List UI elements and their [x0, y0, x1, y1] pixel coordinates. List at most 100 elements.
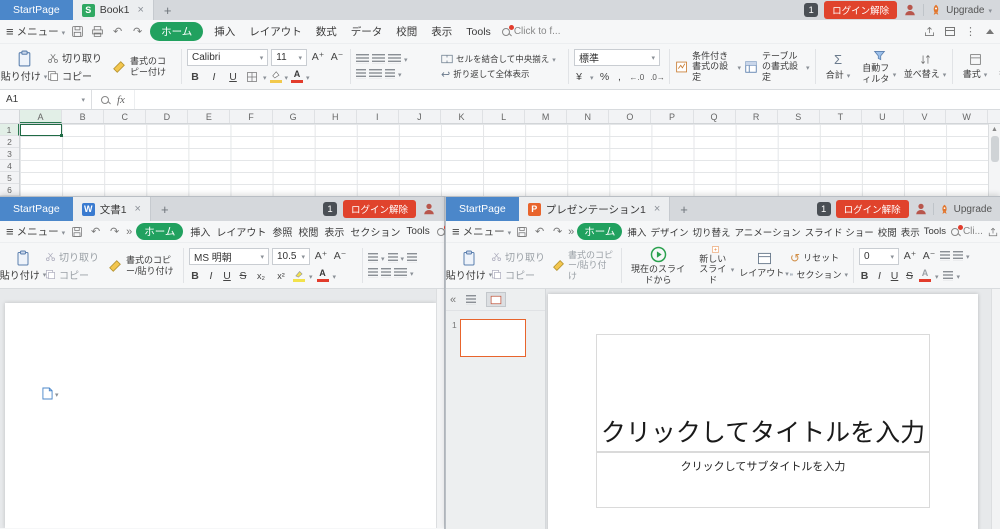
share-icon[interactable] [922, 25, 937, 39]
ribbon-tab[interactable]: 切り替え [690, 223, 732, 241]
cells-area[interactable] [20, 124, 988, 196]
undo-button[interactable] [88, 225, 103, 239]
column-header[interactable]: F [230, 110, 272, 123]
font-color-button[interactable]: A [317, 269, 329, 282]
column-header[interactable]: V [904, 110, 946, 123]
ribbon-tab[interactable]: 数式 [310, 22, 343, 41]
ribbon-tab[interactable]: 挿入 [625, 223, 648, 241]
italic-button[interactable]: I [205, 268, 217, 284]
align-center-button[interactable] [369, 69, 382, 79]
save-button[interactable] [70, 25, 85, 39]
upgrade-button[interactable]: Upgrade [930, 4, 992, 16]
highlight-color-button[interactable] [293, 270, 305, 282]
shrink-font-button[interactable]: A⁻ [332, 248, 348, 264]
row-header[interactable]: 6 [0, 184, 19, 196]
column-header[interactable]: T [820, 110, 862, 123]
user-avatar-icon[interactable] [422, 202, 436, 216]
column-header[interactable]: D [146, 110, 188, 123]
slide-thumbnail-item[interactable]: 1 [446, 311, 545, 357]
subtitle-placeholder[interactable]: クリックしてサブタイトルを入力 [596, 452, 930, 508]
new-tab-button[interactable]: + [670, 197, 698, 221]
row-header[interactable]: 5 [0, 172, 19, 184]
collapse-ribbon-icon[interactable] [986, 29, 994, 34]
writer-page[interactable] [5, 303, 436, 528]
font-name-select[interactable]: Calibri [187, 49, 268, 66]
new-tab-button[interactable]: + [151, 197, 179, 221]
ribbon-tab[interactable]: データ [345, 22, 389, 41]
sum-button[interactable]: Σ 合計 [821, 47, 855, 86]
font-size-select[interactable]: 10.5 [272, 248, 310, 265]
logout-button[interactable]: ログイン解除 [343, 200, 416, 218]
notification-badge[interactable]: 1 [804, 3, 818, 17]
rows-cols-button[interactable]: 行と列 [995, 47, 1000, 86]
format-menu-button[interactable]: 書式 [958, 47, 992, 86]
column-header[interactable]: K [441, 110, 483, 123]
collapse-panel-icon[interactable] [450, 294, 456, 306]
close-tab-icon[interactable] [132, 203, 141, 215]
vertical-scrollbar[interactable] [436, 289, 444, 528]
ribbon-tab-home[interactable]: ホーム [577, 223, 622, 240]
cut-button[interactable]: 切り取り [47, 50, 109, 65]
logout-button[interactable]: ログイン解除 [824, 1, 897, 19]
borders-button[interactable] [244, 69, 260, 85]
column-header[interactable]: S [778, 110, 820, 123]
line-spacing-button[interactable] [943, 271, 953, 281]
overflow-chevron-icon[interactable] [568, 226, 574, 238]
align-right-button[interactable] [385, 69, 395, 79]
percent-format-button[interactable]: % [600, 69, 610, 85]
row-header[interactable]: 1 [0, 124, 19, 136]
undo-button[interactable] [110, 25, 125, 39]
outline-view-toggle[interactable] [461, 292, 481, 307]
format-painter-button[interactable]: 書式のコピー/貼り付け [552, 246, 616, 285]
column-header[interactable]: E [188, 110, 230, 123]
ribbon-tab[interactable]: Tools [460, 24, 497, 40]
paste-button[interactable]: 貼り付け [4, 246, 42, 285]
tab-startpage[interactable]: StartPage [446, 197, 519, 221]
new-slide-button[interactable]: 新しいスライド [692, 246, 738, 285]
overflow-chevron-icon[interactable] [126, 226, 132, 238]
subscript-button[interactable]: x₂ [253, 268, 269, 284]
align-bottom-button[interactable] [388, 54, 401, 64]
reset-button[interactable]: リセット [790, 251, 848, 265]
increase-decimal-icon[interactable] [630, 71, 645, 83]
column-header[interactable]: P [651, 110, 693, 123]
underline-button[interactable]: U [225, 69, 241, 85]
font-size-select[interactable]: 11 [271, 49, 307, 66]
decrease-decimal-icon[interactable] [650, 71, 665, 83]
scrollbar-thumb[interactable] [991, 136, 999, 162]
bullet-list-button[interactable] [368, 253, 378, 263]
tab-startpage[interactable]: StartPage [0, 0, 73, 20]
row-header[interactable]: 3 [0, 148, 19, 160]
paste-button[interactable]: 貼り付け [450, 246, 488, 285]
bold-button[interactable]: B [187, 69, 203, 85]
redo-button[interactable] [107, 225, 122, 239]
table-style-button[interactable]: テーブルの書式設定 [744, 47, 810, 86]
number-format-select[interactable]: 標準 [574, 49, 660, 66]
ribbon-tab[interactable]: 表示 [899, 223, 922, 241]
align-middle-button[interactable] [372, 54, 385, 64]
ribbon-tab-home[interactable]: ホーム [150, 22, 203, 41]
font-name-select[interactable]: MS 明朝 [189, 248, 269, 265]
column-header[interactable]: B [62, 110, 104, 123]
column-header[interactable]: G [273, 110, 315, 123]
column-header[interactable]: U [862, 110, 904, 123]
ribbon-tab[interactable]: 挿入 [208, 22, 241, 41]
shrink-font-button[interactable]: A⁻ [921, 248, 937, 264]
grow-font-button[interactable]: A⁺ [902, 248, 918, 264]
save-button[interactable] [514, 225, 529, 239]
column-header[interactable]: W [946, 110, 988, 123]
tab-book1[interactable]: S Book1 [73, 0, 154, 20]
fill-color-button[interactable] [270, 70, 282, 83]
notification-badge[interactable]: 1 [817, 202, 831, 216]
logout-button[interactable]: ログイン解除 [836, 200, 909, 218]
format-painter-button[interactable]: 書式のコピー/貼り付け [108, 246, 178, 285]
ribbon-tab[interactable]: レイアウト [213, 222, 269, 241]
row-header[interactable]: 4 [0, 160, 19, 172]
ribbon-tab[interactable]: レイアウト [243, 22, 308, 41]
conditional-format-button[interactable]: 条件付き書式の設定 [675, 47, 741, 86]
column-header[interactable]: R [736, 110, 778, 123]
italic-button[interactable]: I [874, 268, 885, 284]
user-avatar-icon[interactable] [914, 202, 928, 216]
strikethrough-button[interactable]: S [904, 268, 915, 284]
redo-button[interactable] [550, 225, 565, 239]
